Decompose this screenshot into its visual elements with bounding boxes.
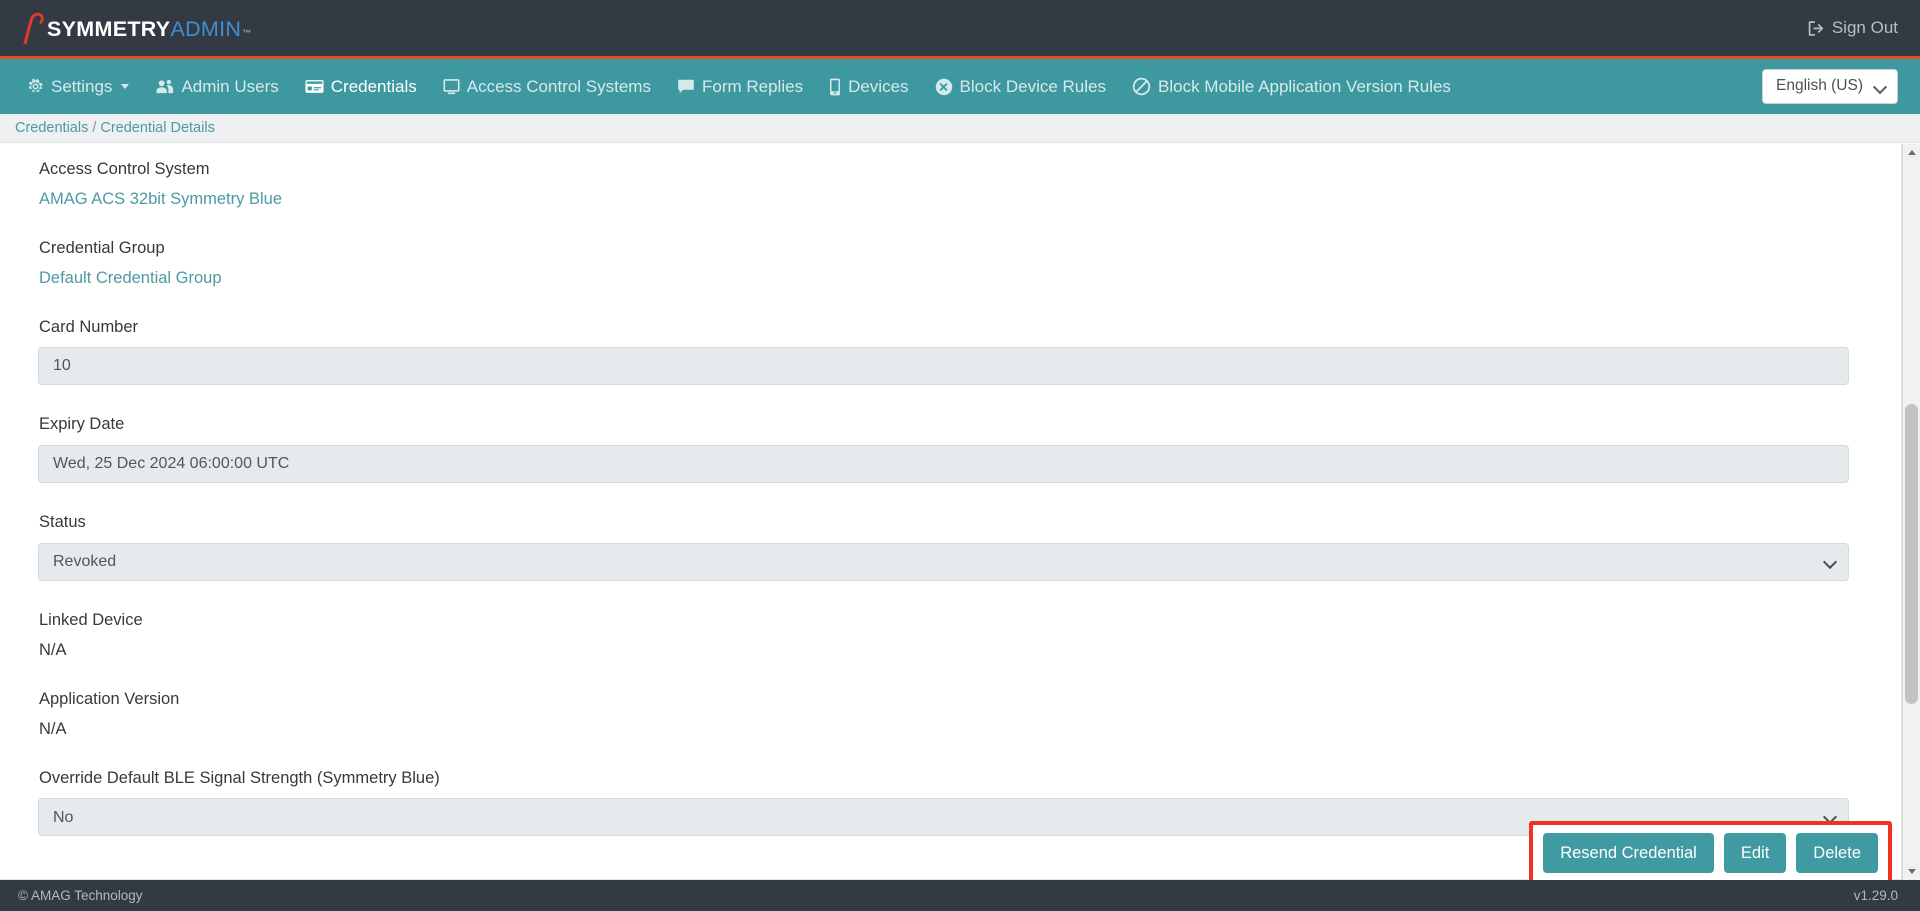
value-application-version: N/A	[39, 719, 67, 738]
nav-item-access-control-systems[interactable]: Access Control Systems	[430, 59, 664, 114]
field-application-version: Application Version N/A	[38, 682, 1849, 761]
nav-label-devices: Devices	[848, 76, 909, 96]
scrollbar-thumb[interactable]	[1905, 404, 1918, 704]
field-expiry-date: Expiry Date Wed, 25 Dec 2024 06:00:00 UT…	[38, 407, 1849, 484]
chevron-down-icon	[1907, 869, 1916, 874]
sign-out-label: Sign Out	[1831, 18, 1898, 37]
nav-item-block-device-rules[interactable]: Block Device Rules	[922, 59, 1119, 114]
breadcrumb-current-credential-details: Credential Details	[100, 120, 215, 136]
users-icon	[155, 78, 174, 95]
times-circle-icon	[935, 78, 953, 96]
card-number-input[interactable]: 10	[38, 347, 1849, 386]
nav-label-block-device-rules: Block Device Rules	[959, 76, 1106, 96]
brand-logo[interactable]: SYMMETRY ADMIN ™	[20, 8, 252, 48]
page-footer: © AMAG Technology v1.29.0	[0, 880, 1920, 911]
main-navigation: Settings Admin Users Credentials Access …	[0, 59, 1920, 114]
chevron-up-icon	[1907, 150, 1916, 155]
nav-label-block-mobile-application-version-rules: Block Mobile Application Version Rules	[1158, 76, 1451, 96]
resend-credential-button[interactable]: Resend Credential	[1543, 832, 1714, 873]
sign-out-icon	[1808, 20, 1825, 37]
edit-button[interactable]: Edit	[1723, 832, 1787, 873]
brand-name-primary: SYMMETRY	[47, 16, 171, 41]
page-scrollbar[interactable]	[1902, 144, 1920, 880]
field-credential-group: Credential Group Default Credential Grou…	[38, 231, 1849, 310]
label-application-version: Application Version	[39, 689, 180, 708]
brand-name-secondary: ADMIN	[170, 16, 242, 41]
card-icon	[305, 78, 324, 95]
label-card-number: Card Number	[39, 317, 139, 336]
nav-item-admin-users[interactable]: Admin Users	[142, 59, 291, 114]
breadcrumb-separator: /	[92, 120, 97, 136]
expiry-date-input[interactable]: Wed, 25 Dec 2024 06:00:00 UTC	[38, 445, 1849, 484]
language-selector-wrapper: English (US)	[1762, 69, 1898, 104]
language-select[interactable]: English (US)	[1762, 69, 1898, 104]
nav-label-credentials: Credentials	[330, 76, 417, 96]
label-ble-override: Override Default BLE Signal Strength (Sy…	[39, 768, 440, 787]
top-bar: SYMMETRY ADMIN ™ Sign Out	[0, 0, 1920, 59]
value-access-control-system[interactable]: AMAG ACS 32bit Symmetry Blue	[38, 190, 1849, 231]
mobile-icon	[829, 78, 841, 96]
label-status: Status	[39, 513, 86, 532]
credential-details-panel: Access Control System AMAG ACS 32bit Sym…	[0, 144, 1902, 880]
sign-out-button[interactable]: Sign Out	[1808, 18, 1898, 38]
field-linked-device: Linked Device N/A	[38, 603, 1849, 682]
nav-label-admin-users: Admin Users	[181, 76, 279, 96]
content-area: Access Control System AMAG ACS 32bit Sym…	[0, 144, 1920, 880]
label-access-control-system: Access Control System	[39, 160, 210, 178]
delete-button[interactable]: Delete	[1796, 832, 1878, 873]
breadcrumb: Credentials / Credential Details	[0, 114, 1920, 143]
chevron-down-icon	[121, 84, 130, 89]
nav-item-devices[interactable]: Devices	[816, 59, 921, 114]
value-credential-group[interactable]: Default Credential Group	[38, 269, 1849, 310]
nav-label-form-replies: Form Replies	[701, 76, 804, 96]
field-access-control-system: Access Control System AMAG ACS 32bit Sym…	[38, 152, 1849, 231]
nav-label-settings: Settings	[51, 76, 113, 96]
comment-icon	[677, 78, 695, 95]
status-select-wrapper: Revoked	[38, 542, 1849, 581]
ban-icon	[1132, 77, 1151, 96]
nav-item-form-replies[interactable]: Form Replies	[664, 59, 816, 114]
gear-icon	[27, 78, 44, 95]
field-status: Status Revoked	[38, 505, 1849, 581]
footer-copyright: © AMAG Technology	[18, 888, 143, 903]
label-linked-device: Linked Device	[39, 610, 143, 629]
status-select[interactable]: Revoked	[38, 542, 1849, 581]
breadcrumb-link-credentials[interactable]: Credentials	[15, 120, 88, 136]
label-credential-group: Credential Group	[39, 238, 165, 257]
symmetry-hook-logo-icon	[20, 11, 46, 50]
value-linked-device: N/A	[39, 640, 67, 659]
nav-item-settings[interactable]: Settings	[14, 59, 142, 114]
nav-label-access-control-systems: Access Control Systems	[466, 76, 651, 96]
trademark-symbol: ™	[242, 27, 252, 38]
monitor-icon	[443, 78, 460, 95]
field-card-number: Card Number 10	[38, 310, 1849, 386]
scrollbar-down-arrow[interactable]	[1903, 863, 1920, 880]
nav-item-block-mobile-application-version-rules[interactable]: Block Mobile Application Version Rules	[1119, 59, 1464, 114]
nav-items-list: Settings Admin Users Credentials Access …	[14, 59, 1464, 114]
action-buttons-highlight-box: Resend Credential Edit Delete	[1529, 820, 1892, 885]
label-expiry-date: Expiry Date	[39, 415, 125, 434]
footer-version: v1.29.0	[1853, 888, 1898, 903]
nav-item-credentials[interactable]: Credentials	[292, 59, 430, 114]
scrollbar-up-arrow[interactable]	[1903, 144, 1920, 161]
